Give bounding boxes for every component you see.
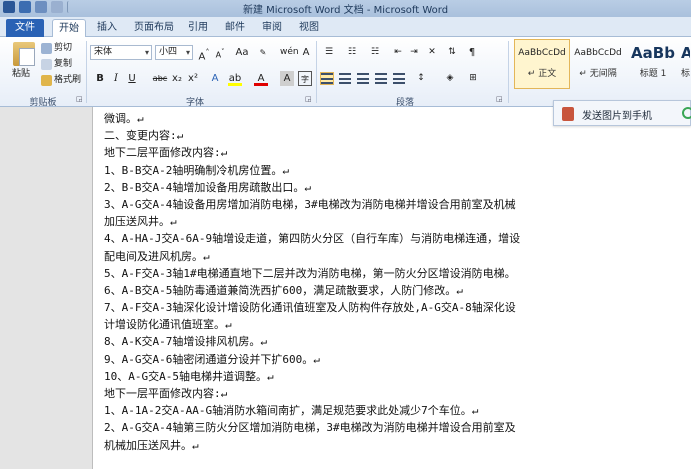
document-line: 1、A-1A-2交A-AA-G轴消防水箱间南扩，满足规范要求此处减少7个车位。↵ bbox=[104, 404, 479, 418]
increase-indent-icon[interactable]: ⇥ bbox=[407, 45, 421, 60]
document-line: 2、B-B交A-4轴增加设备用房疏散出口。↵ bbox=[104, 180, 311, 194]
document-line: 10、A-G交A-5轴电梯井道调整。↵ bbox=[104, 369, 274, 383]
document-line: 7、A-F交A-3轴深化设计增设防化通讯值班室及人防构件存放处,A-G交A-8轴… bbox=[104, 301, 516, 315]
document-line: 加压送风井。↵ bbox=[104, 215, 177, 229]
tab-home[interactable]: 开始 bbox=[52, 19, 86, 37]
copy-icon bbox=[41, 59, 52, 70]
document-line: 地下二层平面修改内容:↵ bbox=[104, 146, 228, 160]
cut-button[interactable]: 剪切 bbox=[41, 41, 72, 56]
document-line: 5、A-F交A-3轴1#电梯通直地下二层并改为消防电梯，第一防火分区增设消防电梯… bbox=[104, 266, 516, 280]
document-line: 地下一层平面修改内容:↵ bbox=[104, 387, 228, 400]
shrink-font-button[interactable]: A˅ bbox=[213, 45, 227, 60]
image-send-icon bbox=[562, 107, 574, 121]
tab-page-layout[interactable]: 页面布局 bbox=[130, 19, 178, 37]
char-shading-icon[interactable]: A bbox=[280, 71, 294, 86]
document-text[interactable]: 微调。↵ 二、变更内容:↵ 地下二层平面修改内容:↵ 1、B-B交A-2轴明确制… bbox=[104, 110, 691, 454]
scissors-icon bbox=[41, 43, 52, 54]
distribute-icon[interactable] bbox=[393, 73, 405, 84]
sort-icon[interactable]: ⇅ bbox=[445, 45, 459, 60]
document-line: 配电间及进风机房。↵ bbox=[104, 249, 210, 263]
title-bar: 新建 Microsoft Word 文档 - Microsoft Word bbox=[0, 0, 691, 17]
tab-mailings[interactable]: 邮件 bbox=[222, 19, 248, 37]
change-case-button[interactable]: Aa bbox=[233, 45, 251, 60]
font-name-combo[interactable]: 宋体 ▾ bbox=[90, 45, 152, 60]
bold-button[interactable]: B bbox=[93, 71, 107, 86]
document-line: 3、A-G交A-4轴设备用房增加消防电梯，3#电梯改为消防电梯并增设合用前室及机… bbox=[104, 197, 516, 211]
document-line: 2、A-G交A-4轴第三防火分区增加消防电梯，3#电梯改为消防电梯并增设合用前室… bbox=[104, 421, 516, 435]
document-line: 9、A-G交A-6轴密闭通道分设并下扩600。↵ bbox=[104, 352, 320, 366]
format-painter-button[interactable]: 格式刷 bbox=[41, 73, 81, 88]
document-line: 二、变更内容:↵ bbox=[104, 129, 184, 143]
style-normal[interactable]: AaBbCcDd ↵ 正文 bbox=[514, 39, 570, 89]
ribbon-tabs: 文件 开始 插入 页面布局 引用 邮件 审阅 视图 bbox=[0, 17, 691, 37]
align-left-icon[interactable] bbox=[320, 72, 334, 85]
decrease-indent-icon[interactable]: ⇤ bbox=[391, 45, 405, 60]
tab-review[interactable]: 审阅 bbox=[259, 19, 285, 37]
bullets-icon[interactable]: ☰ bbox=[322, 45, 336, 60]
grow-font-button[interactable]: A˄ bbox=[197, 45, 211, 62]
style-heading-2[interactable]: A 标 bbox=[680, 39, 691, 89]
highlight-icon[interactable]: ab bbox=[228, 71, 242, 86]
tab-file[interactable]: 文件 bbox=[6, 19, 44, 37]
document-line: 1、B-B交A-2轴明确制冷机房位置。↵ bbox=[104, 163, 289, 177]
group-divider bbox=[508, 41, 509, 103]
style-no-spacing[interactable]: AaBbCcDd ↵ 无间隔 bbox=[570, 39, 626, 89]
word-window: 新建 Microsoft Word 文档 - Microsoft Word 文件… bbox=[0, 0, 691, 469]
text-effects-icon[interactable]: A bbox=[208, 71, 222, 86]
tab-insert[interactable]: 插入 bbox=[94, 19, 120, 37]
refresh-icon[interactable] bbox=[682, 107, 691, 119]
paste-button[interactable]: 粘贴 bbox=[12, 67, 30, 82]
italic-button[interactable]: I bbox=[109, 71, 123, 86]
document-line: 机械加压送风井。↵ bbox=[104, 438, 199, 452]
multilevel-list-icon[interactable]: ☵ bbox=[368, 45, 382, 60]
ribbon: 粘贴 剪切 复制 格式刷 剪贴板 ◲ 宋体 ▾ 小四 ▾ A˄ A˅ Aa ✎ wé… bbox=[0, 37, 691, 108]
numbering-icon[interactable]: ☷ bbox=[345, 45, 359, 60]
clipboard-launcher-icon[interactable]: ◲ bbox=[76, 95, 83, 103]
underline-button[interactable]: U bbox=[125, 71, 139, 86]
styles-gallery: AaBbCcDd ↵ 正文 AaBbCcDd ↵ 无间隔 AaBb 标题 1 A… bbox=[512, 39, 691, 91]
window-title: 新建 Microsoft Word 文档 - Microsoft Word bbox=[242, 5, 449, 16]
justify-icon[interactable] bbox=[375, 73, 387, 84]
paste-icon[interactable] bbox=[13, 42, 35, 66]
pinyin-guide-button[interactable]: wén bbox=[280, 45, 299, 60]
brush-icon bbox=[41, 75, 52, 86]
group-divider bbox=[86, 41, 87, 103]
align-right-icon[interactable] bbox=[357, 73, 369, 84]
font-launcher-icon[interactable]: ◲ bbox=[305, 95, 312, 103]
enclose-char-icon[interactable]: 字 bbox=[298, 71, 312, 86]
show-marks-icon[interactable]: ¶ bbox=[465, 45, 479, 60]
chinese-layout-icon[interactable]: ✕ bbox=[425, 45, 439, 60]
line-spacing-icon[interactable]: ↕ bbox=[414, 71, 428, 86]
subscript-button[interactable]: x₂ bbox=[170, 71, 184, 86]
align-center-icon[interactable] bbox=[339, 73, 351, 84]
char-border-icon[interactable]: A bbox=[300, 45, 312, 60]
document-line: 计增设防化通讯值班室。↵ bbox=[104, 318, 232, 332]
chevron-down-icon: ▾ bbox=[185, 48, 190, 57]
group-divider bbox=[316, 41, 317, 103]
clear-format-icon[interactable]: ✎ bbox=[257, 45, 269, 60]
page-margin-shadow bbox=[0, 107, 92, 469]
style-heading-1[interactable]: AaBb 标题 1 bbox=[626, 39, 680, 89]
strikethrough-button[interactable]: abc bbox=[150, 71, 170, 86]
document-line: 6、A-B交A-5轴防毒通道兼简洗西扩600，满足疏散要求，人防门修改。↵ bbox=[104, 283, 463, 297]
copy-button[interactable]: 复制 bbox=[41, 57, 72, 72]
tab-view[interactable]: 视图 bbox=[296, 19, 322, 37]
chevron-down-icon: ▾ bbox=[144, 48, 149, 57]
font-color-icon[interactable]: A bbox=[254, 71, 268, 86]
font-size-combo[interactable]: 小四 ▾ bbox=[155, 45, 193, 60]
paragraph-launcher-icon[interactable]: ◲ bbox=[496, 95, 503, 103]
tab-references[interactable]: 引用 bbox=[185, 19, 211, 37]
send-to-phone-label: 发送图片到手机 bbox=[582, 111, 652, 122]
document-line: 4、A-HA-J交A-6A-9轴增设走道，第四防火分区（自行车库）与消防电梯连通… bbox=[104, 232, 521, 246]
document-line: 8、A-K交A-7轴增设排风机房。↵ bbox=[104, 335, 267, 349]
superscript-button[interactable]: x² bbox=[186, 71, 200, 86]
shading-icon[interactable]: ◈ bbox=[443, 71, 457, 86]
borders-icon[interactable]: ⊞ bbox=[466, 71, 480, 86]
send-to-phone-popup[interactable]: 发送图片到手机 bbox=[553, 100, 691, 126]
